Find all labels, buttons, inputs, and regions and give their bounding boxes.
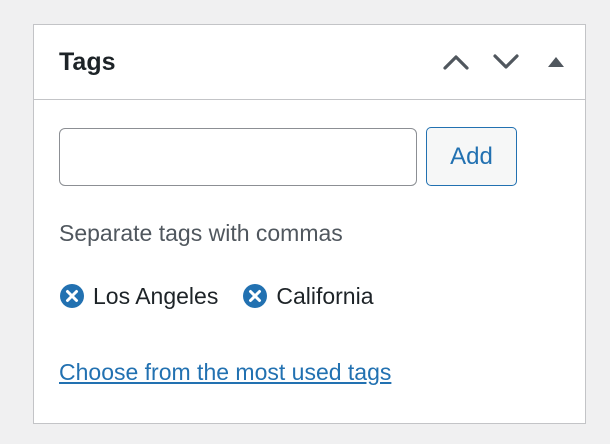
remove-tag-button[interactable] bbox=[59, 283, 85, 309]
new-tag-input[interactable] bbox=[59, 127, 417, 186]
move-up-button[interactable] bbox=[437, 42, 475, 82]
tags-panel: Tags Add Separate tags with commas Los A… bbox=[33, 24, 586, 424]
help-text: Separate tags with commas bbox=[59, 220, 343, 246]
header-actions bbox=[425, 42, 585, 82]
tag-item: Los Angeles bbox=[59, 283, 218, 310]
tag-list: Los Angeles California bbox=[59, 279, 560, 313]
remove-circle-icon bbox=[243, 284, 268, 308]
most-used-tags-link[interactable]: Choose from the most used tags bbox=[59, 359, 391, 386]
move-down-button[interactable] bbox=[487, 42, 525, 82]
add-tag-button[interactable]: Add bbox=[426, 127, 517, 186]
chevron-up-icon bbox=[443, 55, 469, 70]
tag-item: California bbox=[242, 283, 373, 310]
panel-header: Tags bbox=[34, 25, 585, 100]
remove-circle-icon bbox=[60, 284, 84, 308]
chevron-down-icon bbox=[493, 54, 519, 69]
toggle-panel-button[interactable] bbox=[537, 42, 575, 82]
panel-body: Add Separate tags with commas Los Angele… bbox=[34, 127, 585, 386]
tag-label: Los Angeles bbox=[93, 282, 219, 309]
remove-tag-button[interactable] bbox=[242, 283, 268, 309]
tag-label: California bbox=[276, 282, 374, 309]
panel-title: Tags bbox=[59, 47, 116, 76]
add-tag-row: Add bbox=[59, 127, 560, 186]
triangle-up-icon bbox=[548, 57, 564, 67]
